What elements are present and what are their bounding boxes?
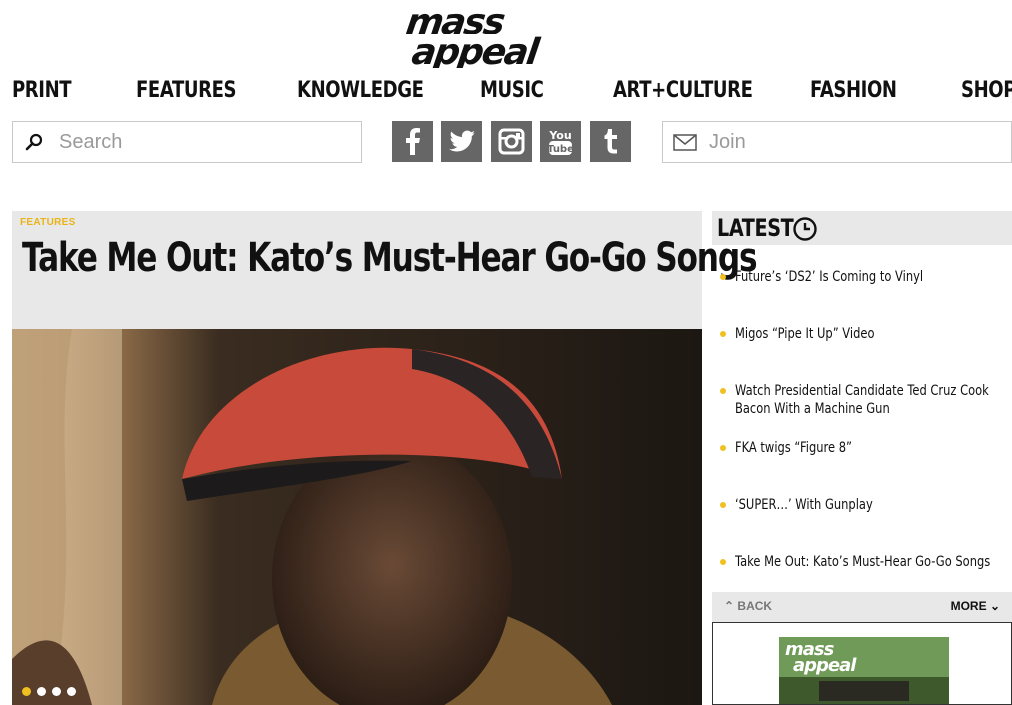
join-box	[662, 121, 1012, 163]
nav-item-music[interactable]: MUSIC	[480, 78, 544, 103]
nav-item-art-culture[interactable]: ART+CULTURE	[613, 78, 753, 103]
magazine-ad[interactable]: mass appeal	[712, 622, 1012, 705]
svg-text:Tube: Tube	[547, 144, 574, 155]
tumblr-icon[interactable]	[590, 121, 631, 162]
bullet-icon	[720, 331, 726, 337]
svg-text:You: You	[548, 129, 571, 142]
main-nav: PRINT FEATURES KNOWLEDGE MUSIC ART+CULTU…	[12, 78, 1012, 110]
slide-dot-1[interactable]	[22, 687, 31, 696]
chevron-up-icon: ⌃	[724, 599, 735, 613]
magazine-cover-image: mass appeal	[779, 637, 949, 704]
latest-item-title: FKA twigs “Figure 8”	[735, 440, 852, 456]
nav-item-shop[interactable]: SHOP	[961, 78, 1012, 103]
join-email-input[interactable]	[709, 128, 999, 156]
site-logo[interactable]: mass appeal	[404, 0, 620, 73]
latest-header: LATEST	[712, 211, 1012, 245]
svg-text:appeal: appeal	[793, 655, 857, 676]
nav-item-features[interactable]: FEATURES	[136, 78, 237, 103]
latest-item-title: Migos “Pipe It Up” Video	[735, 326, 875, 342]
latest-pager: ⌃ BACK MORE ⌄	[712, 592, 1012, 622]
nav-item-knowledge[interactable]: KNOWLEDGE	[297, 78, 424, 103]
latest-item-title: Take Me Out: Kato’s Must-Hear Go-Go Song…	[735, 554, 991, 570]
bullet-icon	[720, 274, 726, 280]
facebook-icon[interactable]	[392, 121, 433, 162]
bullet-icon	[720, 445, 726, 451]
slide-dot-4[interactable]	[67, 687, 76, 696]
nav-item-fashion[interactable]: FASHION	[810, 78, 897, 103]
search-box	[12, 121, 362, 163]
featured-article: FEATURES Take Me Out: Kato’s Must-Hear G…	[12, 211, 758, 705]
latest-title: LATEST	[717, 214, 794, 242]
youtube-icon[interactable]: You Tube	[540, 121, 581, 162]
article-title[interactable]: Take Me Out: Kato’s Must-Hear Go-Go Song…	[22, 235, 758, 281]
clock-icon	[792, 216, 818, 242]
chevron-down-icon: ⌄	[989, 599, 1000, 613]
more-button[interactable]: MORE ⌄	[951, 599, 1000, 613]
bullet-icon	[720, 502, 726, 508]
search-icon[interactable]	[25, 133, 43, 151]
more-label: MORE	[950, 599, 987, 613]
latest-item-title: ‘SUPER…’ With Gunplay	[735, 497, 873, 513]
nav-item-print[interactable]: PRINT	[12, 78, 72, 103]
latest-item-title: Watch Presidential Candidate Ted Cruz Co…	[735, 383, 989, 417]
hero-image[interactable]	[12, 329, 702, 705]
instagram-icon[interactable]	[491, 121, 532, 162]
back-label: BACK	[737, 599, 773, 613]
mass-appeal-logo-graphic: mass appeal	[404, 0, 605, 73]
bullet-icon	[720, 388, 726, 394]
back-button[interactable]: ⌃ BACK	[724, 599, 772, 613]
twitter-icon[interactable]	[441, 121, 482, 162]
envelope-icon	[673, 134, 697, 151]
article-category[interactable]: FEATURES	[20, 217, 76, 228]
slide-dot-3[interactable]	[52, 687, 61, 696]
bullet-icon	[720, 559, 726, 565]
slide-dot-2[interactable]	[37, 687, 46, 696]
search-input[interactable]	[59, 128, 349, 156]
latest-item-title: Future’s ‘DS2’ Is Coming to Vinyl	[735, 269, 924, 285]
